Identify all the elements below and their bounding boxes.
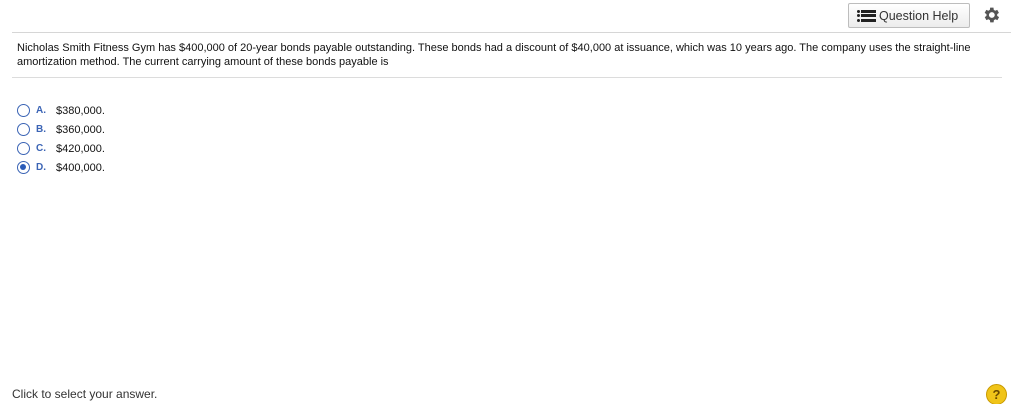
- question-help-button[interactable]: Question Help: [848, 3, 970, 28]
- radio-button[interactable]: [17, 104, 30, 117]
- question-page: Question Help Nicholas Smith Fitness Gym…: [0, 0, 1024, 404]
- option-letter: C.: [36, 143, 46, 154]
- radio-button[interactable]: [17, 142, 30, 155]
- option-letter: D.: [36, 162, 46, 173]
- answer-option-d[interactable]: D. $400,000.: [17, 158, 105, 177]
- radio-button[interactable]: [17, 123, 30, 136]
- option-text: $380,000.: [56, 104, 105, 117]
- option-text: $360,000.: [56, 123, 105, 136]
- radio-button[interactable]: [17, 161, 30, 174]
- answer-option-c[interactable]: C. $420,000.: [17, 139, 105, 158]
- answer-option-a[interactable]: A. $380,000.: [17, 101, 105, 120]
- option-letter: B.: [36, 124, 46, 135]
- gear-icon[interactable]: [981, 5, 1001, 25]
- question-help-label: Question Help: [879, 8, 959, 23]
- question-divider: [12, 77, 1002, 78]
- option-text: $400,000.: [56, 161, 105, 174]
- option-text: $420,000.: [56, 142, 105, 155]
- top-toolbar: Question Help: [12, 0, 1011, 33]
- instruction-text: Click to select your answer.: [12, 387, 158, 401]
- help-icon[interactable]: ?: [986, 384, 1007, 404]
- answer-option-b[interactable]: B. $360,000.: [17, 120, 105, 139]
- question-text: Nicholas Smith Fitness Gym has $400,000 …: [17, 42, 971, 68]
- option-letter: A.: [36, 105, 46, 116]
- answer-options: A. $380,000. B. $360,000. C. $420,000. D…: [17, 101, 105, 177]
- list-icon: [857, 9, 876, 22]
